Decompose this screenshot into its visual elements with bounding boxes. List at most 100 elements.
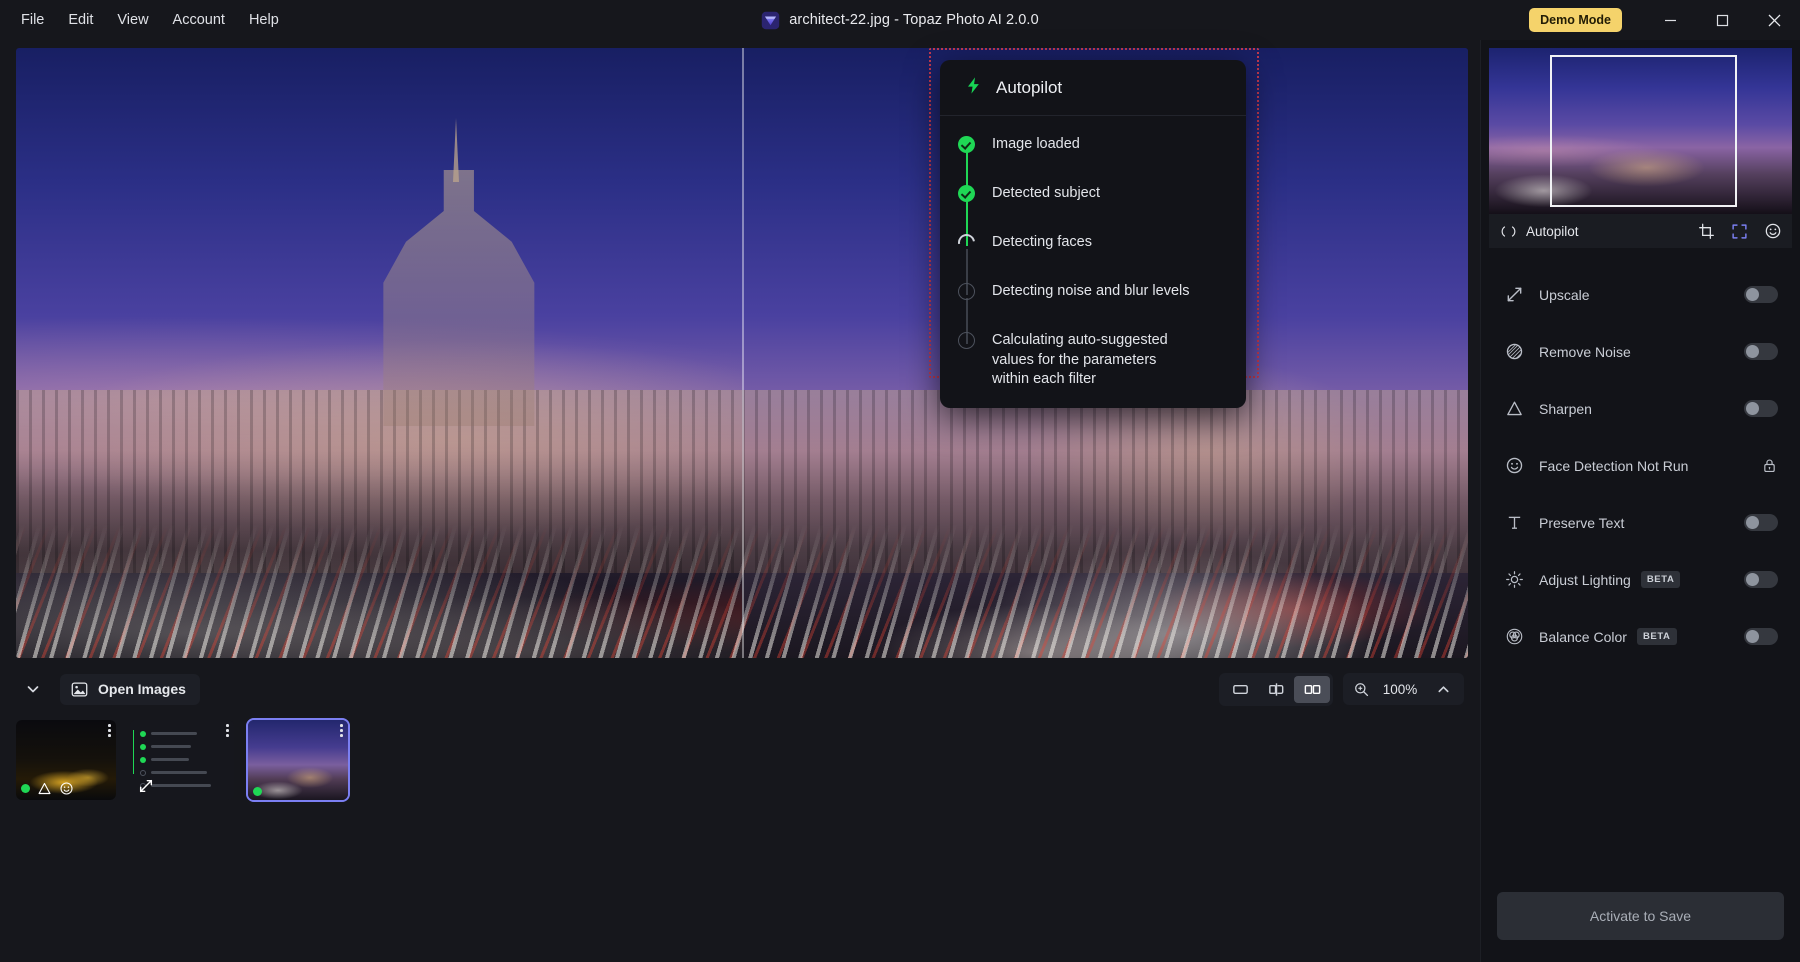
topaz-photo-ai-window: File Edit View Account Help architect-22… [0, 0, 1800, 962]
sharpen-toggle[interactable] [1744, 400, 1778, 417]
autopilot-step-detecting-faces: Detecting faces [940, 232, 1228, 281]
filter-label: Sharpen [1539, 401, 1592, 417]
fit-to-screen-icon[interactable] [1731, 223, 1748, 240]
building-spire [453, 118, 459, 182]
autopilot-popover: Autopilot Image loaded Detected subject … [940, 60, 1246, 408]
menu-item-account[interactable]: Account [162, 6, 236, 34]
thumbnail-1[interactable] [16, 720, 116, 800]
lock-icon[interactable] [1761, 457, 1778, 474]
beta-badge: BETA [1637, 628, 1677, 645]
gem-icon [761, 11, 780, 30]
collapse-filmstrip-button[interactable] [16, 674, 50, 704]
zoom-menu-button[interactable] [1430, 677, 1456, 701]
face-recovery-icon[interactable] [1764, 222, 1782, 240]
thumbnail-3-image [248, 720, 348, 800]
close-button[interactable] [1748, 0, 1800, 40]
step-status-done-icon [958, 185, 975, 202]
menu-item-file[interactable]: File [10, 6, 55, 34]
filter-label: Preserve Text [1539, 515, 1624, 531]
close-icon [1767, 13, 1782, 28]
filter-label: Remove Noise [1539, 344, 1631, 360]
status-dot-icon [253, 787, 262, 796]
thumbnail-1-badges [21, 781, 74, 796]
step-label: Image loaded [964, 134, 1080, 155]
remove-noise-toggle[interactable] [1744, 343, 1778, 360]
title-bar: File Edit View Account Help architect-22… [0, 0, 1800, 40]
maximize-button[interactable] [1696, 0, 1748, 40]
filter-row-preserve-text[interactable]: Preserve Text [1481, 494, 1800, 551]
filter-label: Balance Color [1539, 629, 1627, 645]
menu-item-help[interactable]: Help [238, 6, 290, 34]
view-mode-single[interactable] [1222, 676, 1258, 703]
right-sidebar: Autopilot [1480, 40, 1800, 962]
step-label: Detecting noise and blur levels [964, 281, 1189, 302]
minimize-icon [1664, 14, 1677, 27]
step-label: Detecting faces [964, 232, 1092, 253]
window-controls: Demo Mode [1529, 0, 1800, 40]
sharpen-icon [37, 781, 52, 796]
lightning-bolt-icon [964, 76, 983, 99]
activate-to-save-button[interactable]: Activate to Save [1497, 892, 1784, 940]
step-status-pending-icon [958, 283, 975, 300]
zoom-control-group: 100% [1343, 673, 1464, 705]
autopilot-step-calculating-values: Calculating auto-suggested values for th… [940, 330, 1228, 390]
open-images-button[interactable]: Open Images [60, 674, 200, 705]
filter-row-face-detection[interactable]: Face Detection Not Run [1481, 437, 1800, 494]
status-dot-icon [21, 784, 30, 793]
filter-label: Upscale [1539, 287, 1590, 303]
maximize-icon [1716, 14, 1729, 27]
upscale-toggle[interactable] [1744, 286, 1778, 303]
demo-mode-badge[interactable]: Demo Mode [1529, 8, 1622, 32]
bottom-bar: Open Images [0, 658, 1480, 944]
menu-item-edit[interactable]: Edit [57, 6, 104, 34]
navigator-preview[interactable] [1489, 48, 1792, 214]
autopilot-actions [1698, 222, 1782, 240]
thumbnail-2-step [140, 753, 228, 766]
thumbnail-2-menu-button[interactable] [226, 724, 229, 737]
filter-row-adjust-lighting[interactable]: Adjust Lighting BETA [1481, 551, 1800, 608]
filter-row-upscale[interactable]: Upscale [1481, 266, 1800, 323]
thumbnail-1-menu-button[interactable] [108, 724, 111, 737]
thumbnail-3[interactable] [248, 720, 348, 800]
bottom-controls: Open Images [16, 658, 1464, 714]
preserve-text-toggle[interactable] [1744, 514, 1778, 531]
autopilot-status-label: Autopilot [1526, 224, 1579, 239]
minimize-button[interactable] [1644, 0, 1696, 40]
filter-row-balance-color[interactable]: Balance Color BETA [1481, 608, 1800, 665]
chevron-up-icon [1436, 682, 1451, 697]
thumbnail-3-badges [253, 787, 262, 796]
view-mode-group [1219, 673, 1333, 706]
upscale-arrows-icon [1501, 285, 1527, 304]
image-viewer[interactable] [16, 48, 1468, 658]
thumbnail-2[interactable] [130, 720, 234, 800]
thumbnail-3-menu-button[interactable] [340, 724, 343, 737]
filter-row-sharpen[interactable]: Sharpen [1481, 380, 1800, 437]
autopilot-popover-header: Autopilot [940, 60, 1246, 116]
building-tower [364, 170, 553, 426]
autopilot-step-image-loaded: Image loaded [940, 134, 1228, 183]
menu-item-view[interactable]: View [106, 6, 159, 34]
smiley-face-icon [59, 781, 74, 796]
main-area: Open Images [0, 40, 1800, 962]
crop-icon[interactable] [1698, 223, 1715, 240]
noise-circle-icon [1501, 342, 1527, 361]
beta-badge: BETA [1641, 571, 1681, 588]
autopilot-step-detecting-noise: Detecting noise and blur levels [940, 281, 1228, 330]
filter-label: Adjust Lighting [1539, 572, 1631, 588]
split-divider-handle[interactable] [742, 48, 744, 658]
menu-bar: File Edit View Account Help [0, 6, 290, 34]
view-mode-split[interactable] [1258, 676, 1294, 703]
autopilot-popover-title: Autopilot [996, 78, 1062, 98]
zoom-level-value[interactable]: 100% [1380, 682, 1420, 697]
navigator-crop-box[interactable] [1550, 55, 1737, 207]
canvas-column: Open Images [0, 40, 1480, 962]
adjust-lighting-toggle[interactable] [1744, 571, 1778, 588]
view-mode-side-by-side[interactable] [1294, 676, 1330, 703]
triangle-icon [1501, 399, 1527, 418]
filter-row-remove-noise[interactable]: Remove Noise [1481, 323, 1800, 380]
window-title: architect-22.jpg - Topaz Photo AI 2.0.0 [789, 12, 1038, 28]
balance-color-toggle[interactable] [1744, 628, 1778, 645]
color-circles-icon [1501, 627, 1527, 646]
magnifier-plus-icon[interactable] [1353, 681, 1370, 698]
light-trails [742, 524, 1468, 658]
